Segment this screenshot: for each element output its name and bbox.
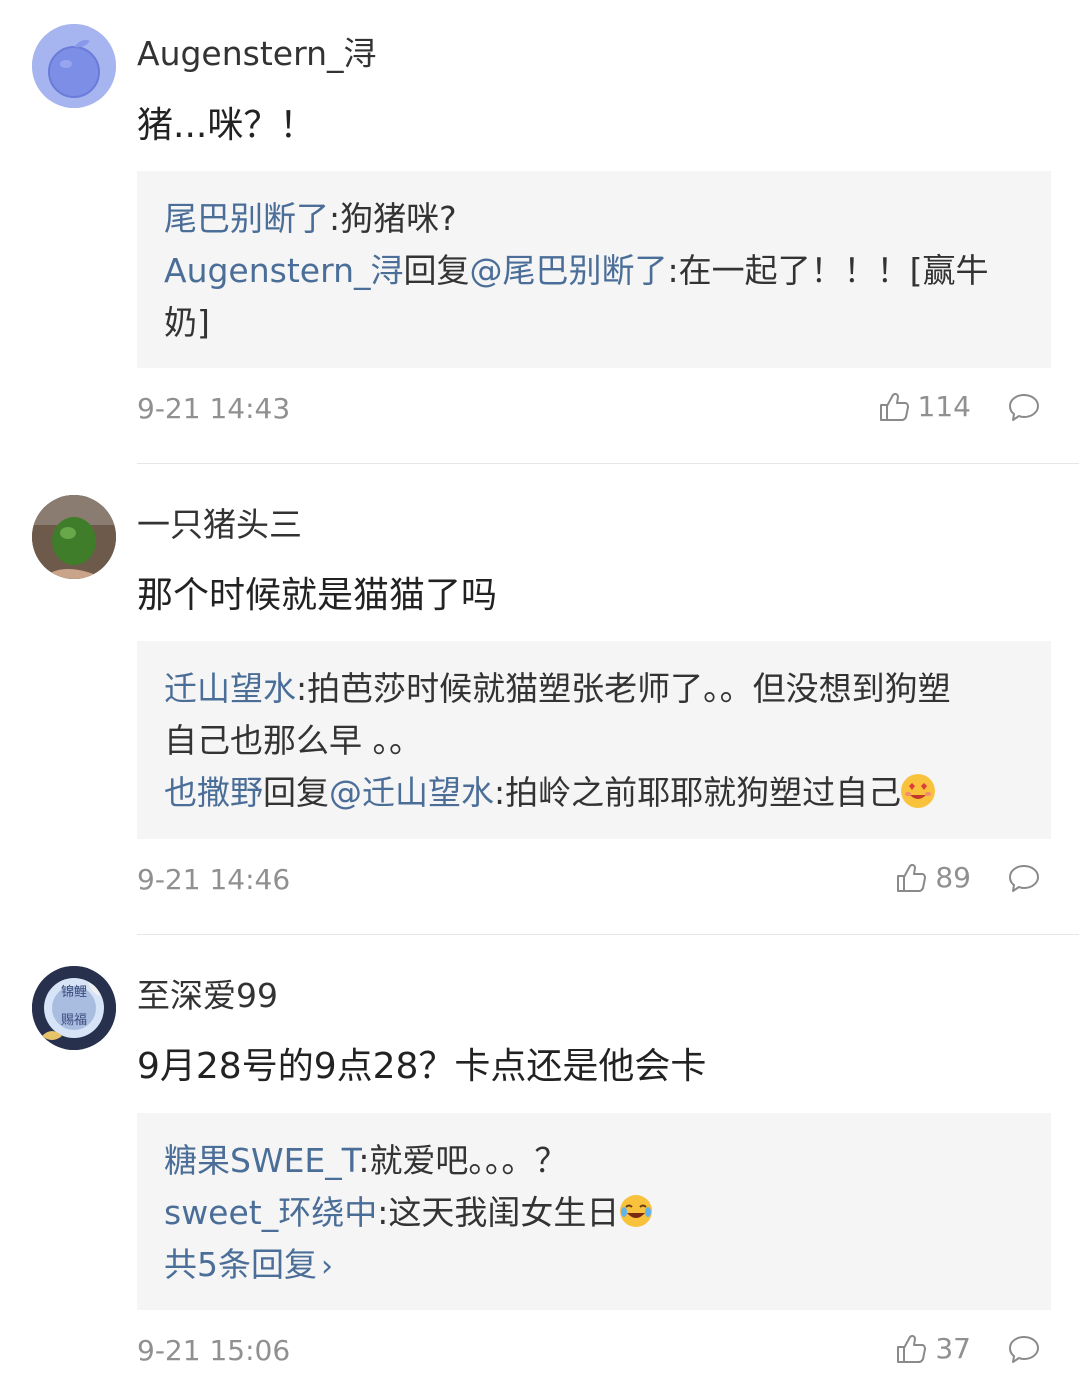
reply-item: 糖果SWEE_T:就爱吧。。。？ — [164, 1135, 1025, 1187]
reply-text: :在一起了！！！[赢牛 — [667, 251, 989, 290]
thumbs-up-icon — [897, 1334, 927, 1363]
reply-button[interactable] — [1007, 392, 1041, 428]
chevron-right-icon: › — [321, 1249, 333, 1284]
divider — [137, 463, 1079, 464]
comment-username[interactable]: 一只猪头三 — [137, 505, 302, 545]
replies-box[interactable]: 糖果SWEE_T:就爱吧。。。？ sweet_环绕中:这天我闺女生日 共5条回复… — [137, 1113, 1051, 1310]
reply-username[interactable]: sweet_环绕中 — [164, 1193, 377, 1232]
like-count: 37 — [935, 1332, 971, 1365]
comment-timestamp: 9-21 15:06 — [137, 1334, 291, 1367]
like-count: 89 — [935, 861, 971, 894]
reply-word: 回复 — [263, 773, 329, 812]
avatar-lime-icon — [32, 495, 116, 579]
like-button[interactable]: 114 — [878, 390, 971, 423]
avatar[interactable] — [32, 24, 116, 108]
reply-button[interactable] — [1007, 1334, 1041, 1370]
avatar-text-1: 锦鲤 — [61, 985, 87, 1000]
heart-eyes-emoji-icon — [901, 774, 936, 808]
replies-box[interactable]: 迁山望水:拍芭莎时候就猫塑张老师了。。但没想到狗塑 自己也那么早 。。 也撒野回… — [137, 641, 1051, 839]
like-button[interactable]: 89 — [895, 861, 971, 894]
replies-box[interactable]: 尾巴别断了:狗猪咪? Augenstern_浔回复@尾巴别断了:在一起了！！！[… — [137, 171, 1051, 368]
reply-text: :拍芭莎时候就猫塑张老师了。。但没想到狗塑 — [296, 669, 951, 708]
reply-username[interactable]: Augenstern_浔 — [164, 251, 404, 290]
comment-timestamp: 9-21 14:43 — [137, 392, 291, 425]
reply-username[interactable]: 迁山望水 — [164, 669, 296, 708]
comment-timestamp: 9-21 14:46 — [137, 863, 291, 896]
avatar-fruit-icon — [32, 24, 116, 108]
comment-bubble-icon — [1009, 394, 1039, 421]
reply-username[interactable]: 糖果SWEE_T — [164, 1141, 358, 1180]
reply-item: Augenstern_浔回复@尾巴别断了:在一起了！！！[赢牛 奶] — [164, 245, 1025, 349]
reply-word: 回复 — [403, 251, 470, 290]
avatar-text-2: 赐福 — [61, 1013, 87, 1028]
like-button[interactable]: 37 — [895, 1332, 971, 1365]
more-replies-label: 共5条回复 — [164, 1245, 317, 1284]
reply-button[interactable] — [1007, 863, 1041, 899]
comment-bubble-icon — [1009, 1336, 1039, 1363]
reply-item: 迁山望水:拍芭莎时候就猫塑张老师了。。但没想到狗塑 自己也那么早 。。 — [164, 663, 1025, 767]
reply-text-continued: 自己也那么早 。。 — [164, 721, 422, 760]
reply-mention[interactable]: @尾巴别断了 — [470, 251, 668, 290]
comment-username[interactable]: 至深爱99 — [137, 976, 278, 1016]
laugh-cry-emoji-icon — [619, 1194, 653, 1228]
reply-item: 也撒野回复@迁山望水:拍岭之前耶耶就狗塑过自己 — [164, 767, 1025, 819]
reply-username[interactable]: 尾巴别断了 — [164, 199, 329, 238]
reply-text: :拍岭之前耶耶就狗塑过自己 — [494, 773, 902, 812]
reply-username[interactable]: 也撒野 — [164, 773, 263, 812]
reply-item: 尾巴别断了:狗猪咪? — [164, 193, 1025, 245]
reply-text: :狗猪咪? — [329, 199, 457, 238]
avatar[interactable] — [32, 495, 116, 579]
comment-text: 猪...咪？！ — [137, 105, 316, 146]
thumbs-up-icon — [897, 863, 927, 892]
like-count: 114 — [917, 390, 971, 423]
avatar-koi-blessing-icon: 锦鲤 赐福 — [32, 966, 116, 1050]
reply-text: :这天我闺女生日 — [377, 1193, 620, 1232]
divider — [137, 934, 1079, 935]
comment-username[interactable]: Augenstern_浔 — [137, 34, 377, 74]
reply-text: :就爱吧。。。？ — [358, 1141, 568, 1180]
comment-text: 9月28号的9点28？卡点还是他会卡 — [137, 1046, 707, 1087]
comment-text: 那个时候就是猫猫了吗 — [137, 575, 498, 616]
reply-text-continued: 奶] — [164, 303, 210, 342]
reply-mention[interactable]: @迁山望水 — [329, 773, 494, 812]
more-replies-link[interactable]: 共5条回复 › — [164, 1239, 1025, 1293]
avatar[interactable]: 锦鲤 赐福 — [32, 966, 116, 1050]
thumbs-up-icon — [879, 392, 909, 421]
comment-bubble-icon — [1009, 865, 1039, 892]
reply-item: sweet_环绕中:这天我闺女生日 — [164, 1187, 1025, 1239]
